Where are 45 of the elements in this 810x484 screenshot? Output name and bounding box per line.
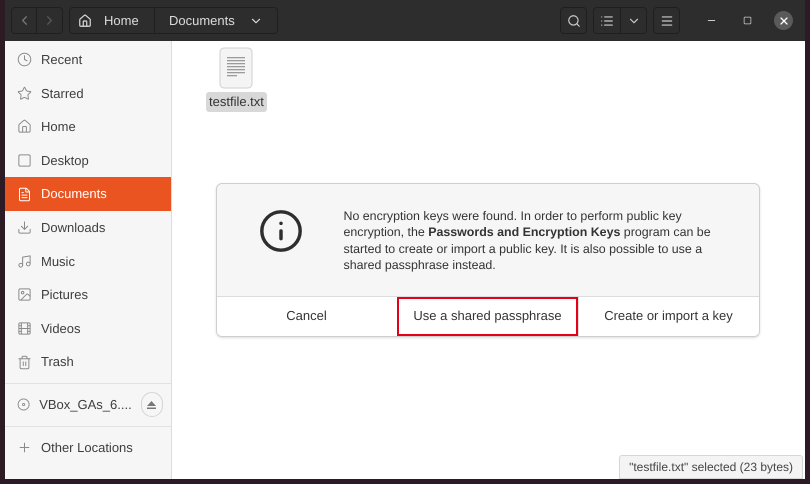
sidebar-item[interactable]: Recent — [5, 43, 171, 77]
info-icon — [258, 208, 304, 254]
dialog-message: No encryption keys were found. In order to perform public key encryption, the Passwords and Encryption Keys program can be started to create or import a public key. It is also possible to use a shared passphrase instead. — [344, 208, 712, 274]
path-button[interactable]: Home — [70, 8, 155, 33]
sidebar-item[interactable]: Downloads — [5, 210, 171, 245]
home-icon — [17, 119, 32, 134]
sidebar-item[interactable]: Documents — [5, 177, 171, 211]
maximize-icon — [742, 16, 752, 25]
eject-button[interactable] — [140, 392, 163, 418]
sidebar-item[interactable]: Desktop — [5, 144, 171, 178]
sidebar-item[interactable]: VBox_GAs_6.... — [5, 388, 171, 422]
film-icon — [17, 321, 32, 336]
eject-icon — [147, 400, 156, 409]
path-button[interactable]: Documents — [155, 8, 277, 33]
sidebar-item[interactable]: Other Locations — [5, 430, 171, 464]
menu-icon — [660, 14, 674, 28]
music-icon — [17, 254, 32, 269]
disc-icon — [17, 397, 30, 412]
image-icon — [17, 287, 32, 302]
plus-icon — [17, 440, 32, 455]
sidebar-item[interactable]: Music — [5, 244, 171, 278]
star-icon — [17, 86, 32, 101]
document-icon — [17, 186, 32, 202]
sidebar-item[interactable]: Home — [5, 110, 171, 144]
sidebar-item[interactable]: Trash — [5, 345, 171, 379]
desktop-icon — [17, 153, 32, 168]
search-icon — [566, 14, 580, 28]
sidebar-item[interactable]: Starred — [5, 76, 171, 110]
close-button[interactable] — [774, 11, 793, 30]
file-name[interactable]: testfile.txt — [206, 92, 267, 112]
menu-button[interactable] — [653, 7, 680, 34]
status-bar: "testfile.txt" selected (23 bytes) — [619, 455, 803, 479]
clock-icon — [17, 52, 32, 68]
search-button[interactable] — [560, 7, 587, 34]
sidebar-item[interactable]: Videos — [5, 312, 171, 346]
trash-icon — [17, 354, 32, 370]
close-icon — [778, 14, 790, 26]
text-file-icon — [219, 47, 254, 89]
dialog-button[interactable]: Create or import a key — [578, 296, 758, 336]
dialog-button[interactable]: Cancel — [216, 296, 396, 336]
download-icon — [17, 220, 32, 236]
dialog-button[interactable]: Use a shared passphrase — [396, 296, 578, 336]
sidebar-item[interactable]: Pictures — [5, 278, 171, 312]
home-icon — [78, 14, 92, 28]
list-icon — [600, 14, 614, 28]
